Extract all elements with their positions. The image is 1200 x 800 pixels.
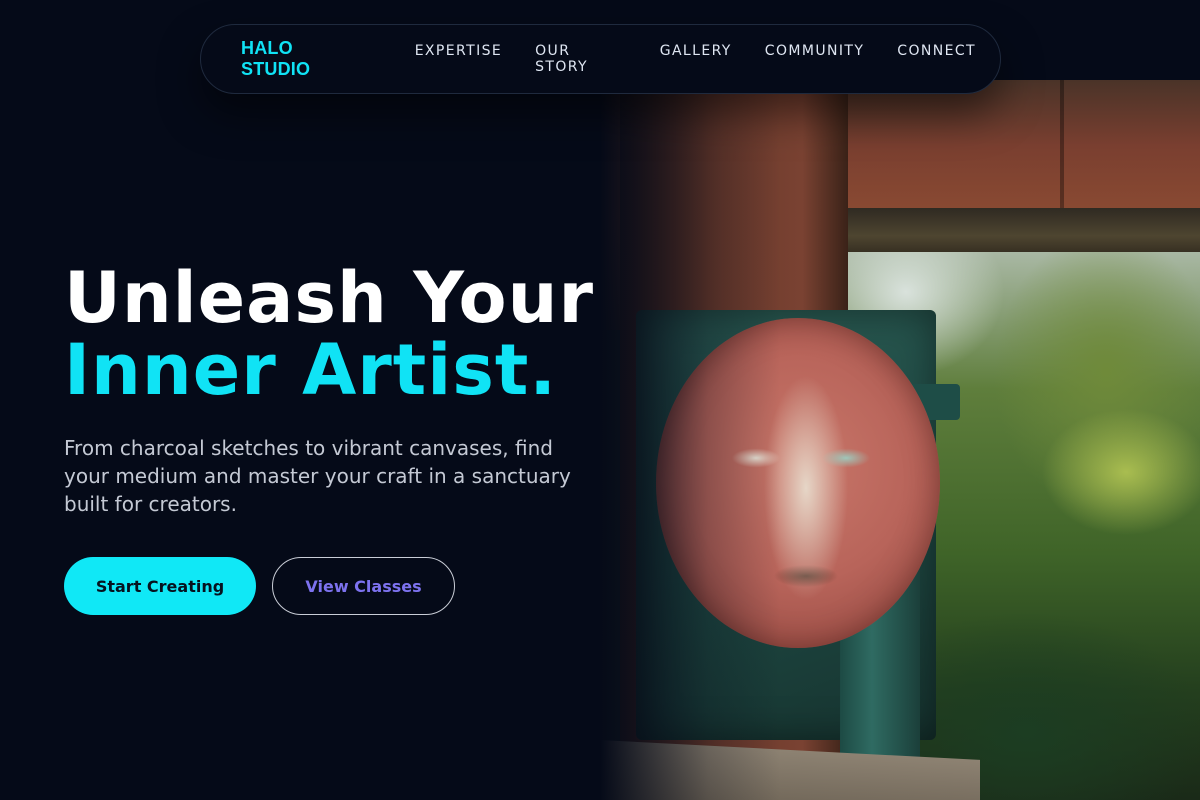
- hero-text: Unleash Your Inner Artist. From charcoal…: [64, 262, 624, 518]
- nav-link-expertise[interactable]: EXPERTISE: [415, 43, 502, 75]
- cta-row: Start Creating View Classes: [64, 557, 455, 615]
- headline-line-1: Unleash Your: [64, 257, 594, 339]
- nav-link-community[interactable]: COMMUNITY: [765, 43, 865, 75]
- hero-headline: Unleash Your Inner Artist.: [64, 262, 624, 406]
- view-classes-button[interactable]: View Classes: [272, 557, 455, 615]
- image-fade-overlay: [600, 80, 1200, 800]
- hero-subtitle: From charcoal sketches to vibrant canvas…: [64, 436, 571, 516]
- main-nav: HALO STUDIO EXPERTISE OUR STORY GALLERY …: [200, 24, 1001, 94]
- nav-link-our-story[interactable]: OUR STORY: [535, 43, 627, 75]
- nav-link-gallery[interactable]: GALLERY: [660, 43, 732, 75]
- nav-link-connect[interactable]: CONNECT: [897, 43, 976, 75]
- brand-logo[interactable]: HALO STUDIO: [241, 38, 367, 80]
- start-creating-button[interactable]: Start Creating: [64, 557, 256, 615]
- headline-line-2: Inner Artist.: [64, 329, 557, 411]
- hero-image: [600, 80, 1200, 800]
- nav-links: EXPERTISE OUR STORY GALLERY COMMUNITY CO…: [415, 43, 976, 75]
